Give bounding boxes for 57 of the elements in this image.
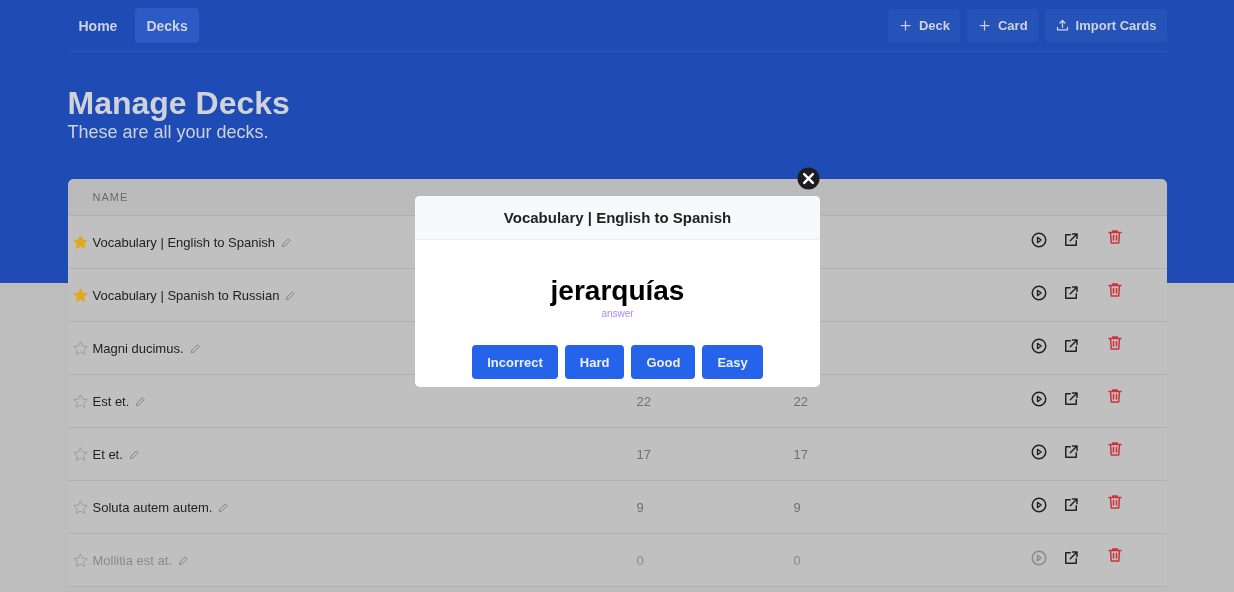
- trash-icon[interactable]: [1105, 281, 1124, 299]
- nav-link[interactable]: Home: [67, 8, 129, 43]
- trash-icon[interactable]: [1105, 228, 1124, 246]
- play-icon[interactable]: [1029, 337, 1048, 355]
- close-icon[interactable]: [797, 167, 820, 190]
- pencil-icon[interactable]: [281, 236, 293, 248]
- pencil-icon[interactable]: [218, 501, 230, 513]
- play-icon[interactable]: [1029, 496, 1048, 514]
- star-outline-icon[interactable]: [71, 339, 89, 357]
- nav-link[interactable]: Decks: [135, 8, 199, 43]
- rating-button[interactable]: Incorrect: [472, 345, 558, 379]
- star-filled-icon[interactable]: [71, 286, 89, 304]
- trash-icon[interactable]: [1105, 493, 1124, 511]
- deck-name[interactable]: Magni ducimus.: [92, 340, 184, 356]
- pencil-icon[interactable]: [189, 342, 201, 354]
- star-outline-icon[interactable]: [71, 498, 89, 516]
- play-icon[interactable]: [1029, 284, 1048, 302]
- pencil-icon[interactable]: [135, 395, 147, 407]
- rating-button[interactable]: Hard: [564, 345, 625, 379]
- deck-name[interactable]: Est et.: [92, 393, 130, 409]
- pencil-icon[interactable]: [128, 448, 140, 460]
- card-count: 17: [636, 447, 651, 462]
- plus-icon: [897, 18, 913, 33]
- deck-name[interactable]: Vocabulary | Spanish to Russian: [92, 287, 280, 303]
- import-button[interactable]: Import Cards: [1044, 9, 1167, 42]
- dialog-title: Vocabulary | English to Spanish: [415, 196, 820, 240]
- play-icon[interactable]: [1029, 443, 1048, 461]
- star-outline-icon[interactable]: [71, 445, 89, 463]
- rating-button[interactable]: Easy: [702, 345, 763, 379]
- due-count: 22: [793, 394, 808, 409]
- column-header: NAME: [92, 191, 129, 203]
- deck-name[interactable]: Et et.: [92, 446, 123, 462]
- answer-hint: answer: [600, 308, 635, 319]
- rating-button[interactable]: Good: [631, 345, 696, 379]
- page-subtitle: These are all your decks.: [67, 122, 270, 143]
- card-word: jerarquías: [549, 275, 686, 307]
- page-title: Manage Decks: [67, 85, 291, 121]
- star-filled-icon[interactable]: [71, 233, 89, 251]
- pencil-icon[interactable]: [178, 554, 189, 566]
- trash-icon[interactable]: [1105, 334, 1124, 352]
- star-outline-icon[interactable]: [71, 392, 89, 410]
- deck-name[interactable]: Vocabulary | English to Spanish: [92, 234, 276, 250]
- deck-name[interactable]: Soluta autem autem.: [92, 499, 213, 515]
- upload-icon: [1054, 18, 1070, 33]
- card-count: 9: [636, 500, 644, 515]
- due-count: 17: [793, 447, 808, 462]
- due-count: 9: [793, 500, 801, 515]
- trash-icon[interactable]: [1105, 440, 1124, 458]
- trash-icon[interactable]: [1105, 546, 1124, 564]
- add-button[interactable]: Deck: [887, 9, 960, 42]
- plus-icon: [976, 18, 992, 33]
- trash-icon[interactable]: [1105, 387, 1124, 405]
- add-button[interactable]: Card: [966, 9, 1038, 42]
- pencil-icon[interactable]: [285, 289, 297, 301]
- play-icon[interactable]: [1029, 390, 1048, 408]
- play-icon[interactable]: [1029, 231, 1048, 249]
- card-count: 22: [636, 394, 651, 409]
